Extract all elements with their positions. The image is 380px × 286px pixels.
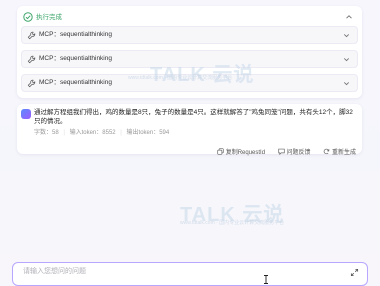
status-header[interactable]: 执行完成: [17, 11, 362, 25]
answer-actions: 复制RequestId 问题反馈 重新生成: [209, 141, 356, 156]
chevron-down-icon[interactable]: [342, 79, 351, 88]
watermark-subtitle: www.tdtalk.com · 国内专业云计算交流服务平台: [180, 220, 285, 226]
chevron-up-icon[interactable]: [344, 12, 354, 22]
refresh-icon: [323, 148, 330, 155]
mcp-call-label: MCP：sequentialthinking: [39, 55, 112, 62]
answer-text: 通过解方程组我们得出，鸡的数量是8只，兔子的数量是4只。这样就解答了"鸡兔同笼"…: [34, 109, 353, 125]
watermark-subtitle: www.tdtalk.com · 国内专业云计算交流服务平台: [128, 75, 233, 81]
feedback-icon: [277, 148, 285, 156]
mcp-call-label: MCP：sequentialthinking: [39, 31, 112, 38]
char-count: 字数：58: [34, 130, 59, 136]
status-label: 执行完成: [36, 14, 62, 21]
feedback-button[interactable]: 问题反馈: [277, 148, 311, 158]
assistant-avatar-icon: [21, 109, 31, 119]
mcp-call-row[interactable]: MCP：sequentialthinking: [21, 50, 358, 68]
check-circle-icon: [23, 12, 33, 22]
output-token-count: 输出token：594: [126, 130, 170, 136]
input-token-count: 输入token：8552: [69, 130, 116, 136]
tool-icon: [27, 55, 36, 64]
question-input[interactable]: [21, 267, 325, 276]
assistant-answer-card: 通过解方程组我们得出，鸡的数量是8只，兔子的数量是4只。这样就解答了"鸡兔同笼"…: [17, 104, 362, 156]
mcp-call-row[interactable]: MCP：sequentialthinking: [21, 26, 358, 44]
chevron-down-icon[interactable]: [342, 55, 351, 64]
copy-request-id-button[interactable]: 复制RequestId: [217, 148, 265, 158]
expand-icon[interactable]: [350, 268, 359, 277]
mcp-call-label: MCP：sequentialthinking: [39, 79, 112, 86]
copy-icon: [217, 148, 224, 155]
text-cursor-icon: [264, 275, 268, 284]
regenerate-button[interactable]: 重新生成: [323, 148, 356, 158]
token-stats: 字数：58 | 输入token：8552 | 输出token：594: [34, 130, 170, 136]
execution-status-card: 执行完成 MCP：sequentialthinking MCP：sequenti…: [17, 6, 362, 98]
chevron-down-icon[interactable]: [342, 31, 351, 40]
chat-input-box[interactable]: [12, 262, 368, 286]
tool-icon: [27, 31, 36, 40]
tool-icon: [27, 79, 36, 88]
